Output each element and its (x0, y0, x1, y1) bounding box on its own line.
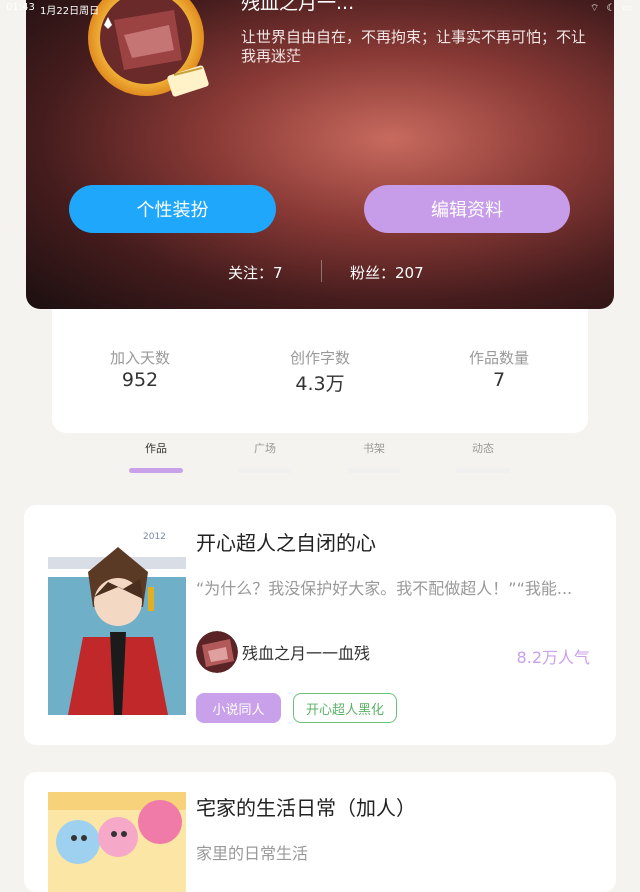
work-description: 家里的日常生活 (196, 844, 309, 863)
tab-label: 广场 (254, 442, 276, 455)
following-count[interactable]: 关注：7 (228, 262, 283, 283)
fans-count[interactable]: 粉丝：207 (350, 262, 424, 283)
status-icons: ⌔ ☾ ▭ (589, 3, 634, 14)
stat-join-days: 加入天数 952 (60, 347, 220, 391)
author-avatar (196, 631, 238, 673)
stat-label: 作品数量 (468, 349, 529, 367)
work-author[interactable]: 残血之月一一血残 (196, 629, 370, 675)
tab-indicator (456, 468, 510, 473)
work-title[interactable]: 开心超人之自闭的心 (196, 527, 376, 556)
tab-indicator (238, 468, 292, 473)
stat-label: 创作字数 (289, 349, 350, 367)
tab-label: 书架 (363, 442, 385, 455)
status-bar: 01:43 1月22日周日 ⌔ ☾ ▭ (0, 0, 640, 17)
tag-fanfic[interactable]: 小说同人 (196, 693, 281, 723)
tab-bar: 作品 广场 书架 动态 (0, 433, 640, 489)
profile-header: 作者 残血之月一... 让世界自由自在，不再拘束；让事实不再可怕；不让我再迷茫 … (26, 0, 614, 309)
stat-label: 加入天数 (109, 349, 170, 367)
status-date: 1月22日周日 (40, 6, 100, 17)
svg-text:2012: 2012 (143, 532, 166, 542)
tab-indicator (129, 468, 183, 473)
stat-value: 7 (492, 369, 506, 391)
work-description: “为什么？我没保护好大家。我不配做超人！”“我能... (196, 579, 573, 598)
tab-activity[interactable]: 动态 (455, 440, 511, 473)
stats-panel: 加入天数 952 创作字数 4.3万 作品数量 7 (52, 309, 588, 433)
status-time: 01:43 (6, 2, 35, 13)
tab-square[interactable]: 广场 (237, 440, 293, 473)
edit-profile-button[interactable]: 编辑资料 (364, 185, 570, 233)
work-card[interactable]: 2012 开心超人之自闭的心 “为什么？我没保护好大家。我不配做超人！”“我能.… (24, 505, 616, 745)
tag-dark-turn[interactable]: 开心超人黑化 (293, 693, 397, 723)
work-cover-image[interactable] (48, 792, 186, 892)
profile-bio: 让世界自由自在，不再拘束；让事实不再可怕；不让我再迷茫 (241, 28, 587, 65)
stat-value: 952 (121, 369, 159, 391)
tab-label: 动态 (472, 442, 494, 455)
popularity-count: 8.2万人气 (516, 648, 590, 667)
work-title[interactable]: 宅家的生活日常（加人） (196, 792, 416, 821)
tab-bookshelf[interactable]: 书架 (346, 440, 402, 473)
tab-indicator (347, 468, 401, 473)
tab-label: 作品 (145, 442, 167, 455)
author-name: 残血之月一一血残 (242, 644, 371, 663)
tab-works[interactable]: 作品 (128, 440, 184, 473)
stat-works-count: 作品数量 7 (419, 347, 579, 391)
divider (321, 260, 322, 282)
work-cover-image[interactable]: 2012 (48, 527, 186, 715)
dress-up-button[interactable]: 个性装扮 (69, 185, 276, 233)
stat-value: 4.3万 (295, 373, 345, 395)
work-card[interactable]: 宅家的生活日常（加人） 家里的日常生活 (24, 772, 616, 892)
stat-word-count: 创作字数 4.3万 (240, 347, 400, 396)
